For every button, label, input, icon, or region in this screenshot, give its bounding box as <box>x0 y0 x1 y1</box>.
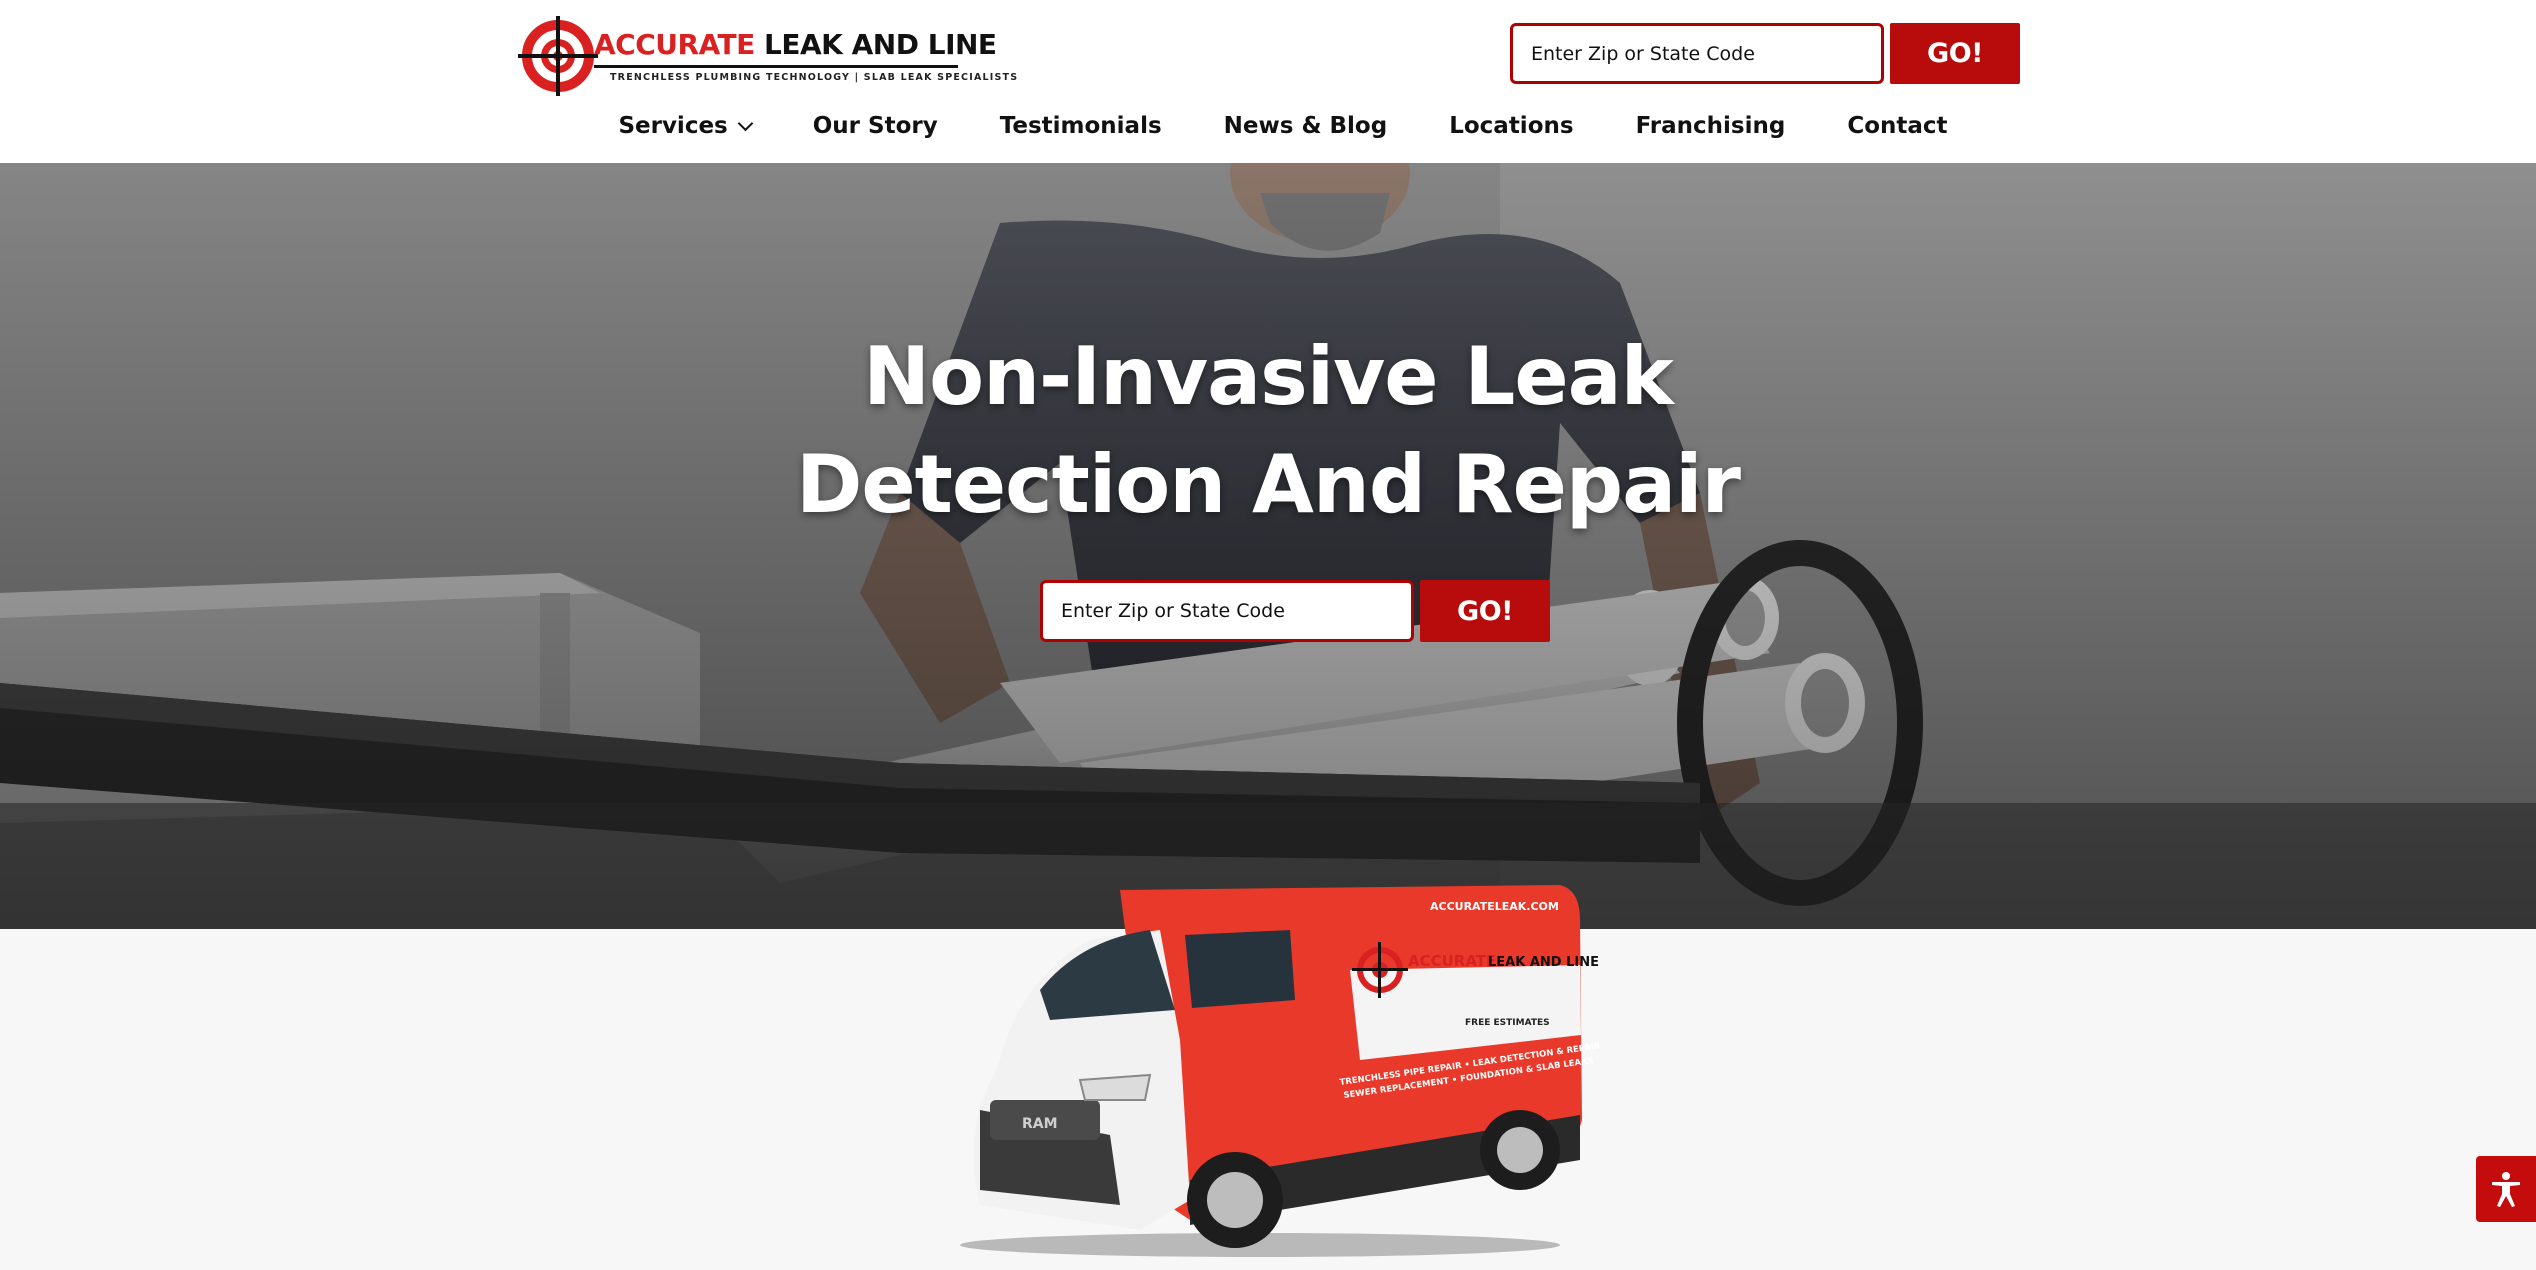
main-nav: Services Our Story Testimonials News & B… <box>0 106 2536 146</box>
logo-wordmark: ACCURATE LEAK AND LINE TRENCHLESS PLUMBI… <box>594 28 1017 83</box>
logo-tagline: TRENCHLESS PLUMBING TECHNOLOGY | SLAB LE… <box>610 72 1019 83</box>
hero-headline-line1: Non-Invasive Leak <box>863 330 1674 423</box>
logo-divider <box>594 65 958 68</box>
hero-section: Non-Invasive Leak Detection And Repair G… <box>0 163 2536 929</box>
hero-headline: Non-Invasive Leak Detection And Repair <box>0 323 2536 539</box>
header-zip-search: GO! <box>1510 23 2020 84</box>
nav-item-label: Services <box>618 113 728 139</box>
van-website: ACCURATELEAK.COM <box>1430 900 1559 913</box>
header-zip-input[interactable] <box>1510 23 1884 84</box>
nav-item-locations[interactable]: Locations <box>1449 113 1573 139</box>
target-logo-icon <box>518 16 598 96</box>
logo-name-black: LEAK AND LINE <box>754 28 997 61</box>
nav-item-franchising[interactable]: Franchising <box>1636 113 1786 139</box>
hero-background-image <box>0 163 2536 929</box>
logo-name-red: ACCURATE <box>594 28 755 61</box>
nav-item-our-story[interactable]: Our Story <box>813 113 938 139</box>
accessibility-icon <box>2492 1172 2520 1207</box>
nav-item-contact[interactable]: Contact <box>1847 113 1947 139</box>
nav-item-services[interactable]: Services <box>618 113 754 139</box>
van-logo-red: ACCURATE <box>1408 952 1496 970</box>
van-grille-brand: RAM <box>1022 1116 1058 1132</box>
van-free-estimates: FREE ESTIMATES <box>1465 1018 1550 1028</box>
header-go-button[interactable]: GO! <box>1890 23 2020 84</box>
hero-go-button[interactable]: GO! <box>1420 580 1550 642</box>
accessibility-button[interactable] <box>2476 1156 2536 1222</box>
hero-zip-search: GO! <box>1040 580 1550 642</box>
hero-headline-line2: Detection And Repair <box>796 438 1741 531</box>
company-van-image: RAM ACCURATE LEAK AND LINE ACCURATELEAK.… <box>960 885 1600 1257</box>
hero-zip-input[interactable] <box>1040 580 1414 642</box>
nav-item-testimonials[interactable]: Testimonials <box>1000 113 1162 139</box>
brand-logo[interactable]: ACCURATE LEAK AND LINE TRENCHLESS PLUMBI… <box>516 14 1017 98</box>
van-logo-black: LEAK AND LINE <box>1488 955 1599 970</box>
chevron-down-icon <box>737 115 754 131</box>
nav-item-news-blog[interactable]: News & Blog <box>1224 113 1388 139</box>
site-header: ACCURATE LEAK AND LINE TRENCHLESS PLUMBI… <box>0 0 2536 163</box>
